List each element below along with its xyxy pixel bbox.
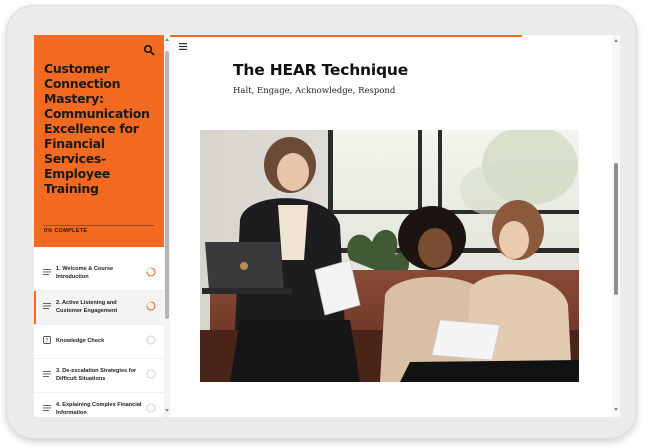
scroll-down-arrow-icon[interactable] <box>613 408 618 411</box>
lesson-label: 3. De-escalation Strategies for Difficul… <box>56 368 137 382</box>
lines-icon <box>43 405 51 411</box>
course-progress-text: 0% COMPLETE <box>44 228 88 234</box>
lesson-item-welcome[interactable]: 1. Welcome & Course Introduction <box>34 257 164 291</box>
svg-text:?: ? <box>45 337 48 344</box>
sidebar-scroll-thumb[interactable] <box>165 51 169 319</box>
lesson-subtitle: Halt, Engage, Acknowledge, Respond <box>233 86 396 96</box>
sidebar-header: Customer Connection Mastery: Communicati… <box>34 35 164 247</box>
lesson-item-active-listening[interactable]: 2. Active Listening and Customer Engagem… <box>34 291 164 325</box>
lesson-heading: The HEAR Technique <box>233 61 409 79</box>
status-ring-icon <box>146 335 156 345</box>
lesson-item-explaining-complex[interactable]: 4. Explaining Complex Financial Informat… <box>34 393 164 417</box>
hero-image <box>200 130 579 382</box>
lines-icon <box>43 303 51 309</box>
lines-icon <box>43 269 51 275</box>
screen: Customer Connection Mastery: Communicati… <box>34 35 620 417</box>
lesson-label: 1. Welcome & Course Introduction <box>56 266 114 280</box>
tablet-frame: Customer Connection Mastery: Communicati… <box>6 5 637 439</box>
hamburger-menu-icon[interactable] <box>179 43 187 50</box>
content-scroll-thumb[interactable] <box>614 163 618 295</box>
lesson-item-knowledge-check[interactable]: ? Knowledge Check <box>34 325 164 359</box>
lesson-list: 1. Welcome & Course Introduction 2. Acti… <box>34 257 164 417</box>
lesson-label: 2. Active Listening and Customer Engagem… <box>56 300 118 314</box>
scroll-down-arrow-icon[interactable] <box>164 409 169 412</box>
lesson-content: The HEAR Technique Halt, Engage, Acknowl… <box>170 35 612 417</box>
lines-icon <box>43 371 51 377</box>
scroll-up-arrow-icon[interactable] <box>613 39 618 42</box>
course-title: Customer Connection Mastery: Communicati… <box>44 61 150 196</box>
progress-ring-icon <box>146 301 156 311</box>
progress-divider <box>44 225 154 226</box>
lesson-progress-bar <box>170 35 522 37</box>
status-ring-icon <box>146 403 156 413</box>
quiz-icon: ? <box>43 336 51 344</box>
lesson-item-de-escalation[interactable]: 3. De-escalation Strategies for Difficul… <box>34 359 164 393</box>
lesson-label: Knowledge Check <box>56 338 105 344</box>
content-scrollbar[interactable] <box>612 35 620 417</box>
scroll-up-arrow-icon[interactable] <box>164 38 169 41</box>
status-ring-icon <box>146 369 156 379</box>
progress-ring-icon <box>146 267 156 277</box>
course-sidebar: Customer Connection Mastery: Communicati… <box>34 35 164 417</box>
lesson-label: 4. Explaining Complex Financial Informat… <box>56 402 142 416</box>
search-icon[interactable] <box>143 44 155 56</box>
